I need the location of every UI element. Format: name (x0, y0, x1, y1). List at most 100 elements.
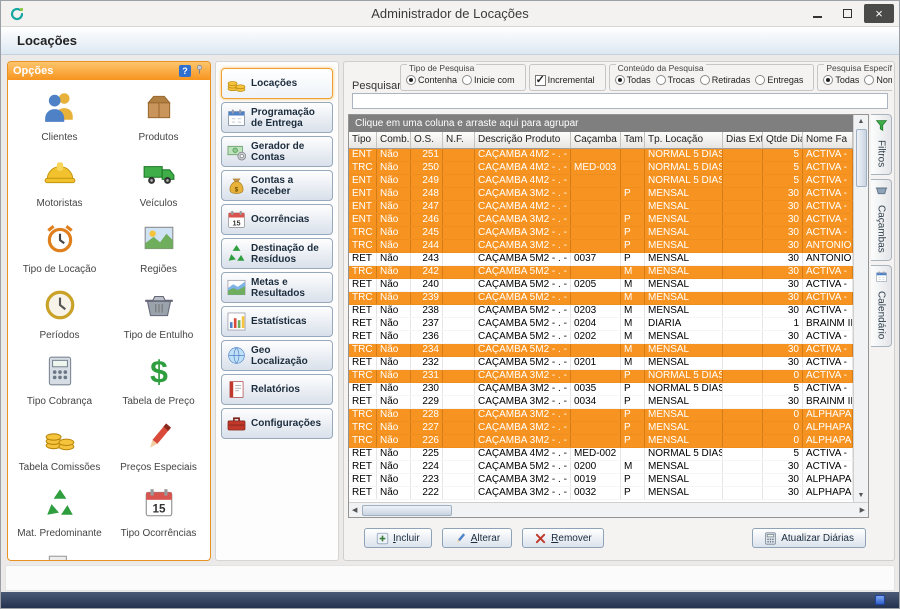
scroll-up-icon[interactable]: ▲ (855, 115, 868, 128)
radio-todas[interactable]: Todas (823, 75, 859, 85)
grid-row-os-243[interactable]: RET Não 243 CAÇAMBA 5M2 - . - P 0037 P MENSAL 3… (349, 253, 853, 266)
grid-row-os-247[interactable]: ENT Não 247 CAÇAMBA 4M2 - . - MENSAL 30 ACTIVA… (349, 201, 853, 214)
close-button[interactable]: × (864, 4, 894, 23)
grid-row-os-240[interactable]: RET Não 240 CAÇAMBA 5M2 - . - M 0205 M MENSAL 3… (349, 279, 853, 292)
nav-item-locacoes[interactable]: Locações (221, 68, 333, 99)
column-header-comb[interactable]: Comb. (377, 132, 411, 149)
grid-row-os-250[interactable]: TRC Não 250 CAÇAMBA 4M2 - . - MED-003 NORMAL … (349, 162, 853, 175)
option-label: Contenha (418, 75, 458, 85)
grid-row-os-246[interactable]: ENT Não 246 CAÇAMBA 3M2 - . - P P MENSAL 30 ACT… (349, 214, 853, 227)
option-produtos[interactable]: Produtos (109, 90, 208, 143)
vertical-scroll-thumb[interactable] (855, 129, 867, 187)
checkbox-incremental[interactable]: Incremental (534, 73, 595, 86)
nav-item-metas-e-resultados[interactable]: Metas e Resultados (221, 272, 333, 303)
side-tab-cacambas[interactable]: Caçambas (871, 179, 892, 262)
grid-row-os-238[interactable]: RET Não 238 CAÇAMBA 5M2 - . - M 0203 M MENSAL 3… (349, 305, 853, 318)
incluir-button[interactable]: Incluir (364, 528, 432, 548)
column-header-tipo[interactable]: Tipo (349, 132, 377, 149)
option-veiculos[interactable]: Veículos (109, 156, 208, 209)
scroll-right-icon[interactable]: ▶ (857, 503, 868, 517)
grid-row-os-239[interactable]: TRC Não 239 CAÇAMBA 5M2 - . - M M MENSAL 30 ACT… (349, 292, 853, 305)
column-header-tam[interactable]: Tam (621, 132, 645, 149)
column-header-descricao-produto[interactable]: Descrição Produto (475, 132, 571, 149)
grid-row-os-223[interactable]: RET Não 223 CAÇAMBA 3M2 - . - P 0019 P MENSAL 3… (349, 474, 853, 487)
option-tipo-ocorrencias[interactable]: 15 Tipo Ocorrências (109, 486, 208, 539)
nav-item-destinacao-de-residuos[interactable]: Destinação de Resíduos (221, 238, 333, 269)
nav-item-ocorrencias[interactable]: 15 Ocorrências (221, 204, 333, 235)
grid-row-os-237[interactable]: RET Não 237 CAÇAMBA 5M2 - . - M 0204 M DIÁRIA 1… (349, 318, 853, 331)
taskbar-app-icon[interactable] (875, 595, 885, 605)
option-regioes[interactable]: Regiões (109, 222, 208, 275)
grid-row-os-234[interactable]: TRC Não 234 CAÇAMBA 5M2 - . - M M MENSAL 30 ACT… (349, 344, 853, 357)
column-header-o-s[interactable]: O.S. (411, 132, 443, 149)
grid-row-os-224[interactable]: RET Não 224 CAÇAMBA 5M2 - . - M 0200 M MENSAL 3… (349, 461, 853, 474)
radio-todas[interactable]: Todas (614, 75, 651, 85)
grid-row-os-226[interactable]: TRC Não 226 CAÇAMBA 3M2 - . - P P MENSAL 0 ALPH… (349, 435, 853, 448)
grid-row-os-242[interactable]: TRC Não 242 CAÇAMBA 5M2 - . - M M MENSAL 30 ACT… (349, 266, 853, 279)
grid-row-os-232[interactable]: RET Não 232 CAÇAMBA 5M2 - . - M 0201 M MENSAL 3… (349, 357, 853, 370)
column-header-dias-extras[interactable]: Dias Extras (723, 132, 763, 149)
nav-item-geo-localizacao[interactable]: Geo Localização (221, 340, 333, 371)
option-tipo-de-locacao[interactable]: Tipo de Locação (10, 222, 109, 275)
horizontal-scroll-thumb[interactable] (362, 504, 453, 516)
grid-row-os-244[interactable]: TRC Não 244 CAÇAMBA 3M2 - . - P P MENSAL 30 ANT… (349, 240, 853, 253)
column-header-n-f[interactable]: N.F. (443, 132, 475, 149)
column-header-nome-fa[interactable]: Nome Fa (803, 132, 853, 149)
radio-contenha[interactable]: Contenha (406, 75, 457, 85)
grid-row-os-229[interactable]: RET Não 229 CAÇAMBA 3M2 - . - P 0034 P MENSAL 3… (349, 396, 853, 409)
nav-item-gerador-de-contas[interactable]: Gerador de Contas (221, 136, 333, 167)
grid-row-os-230[interactable]: RET Não 230 CAÇAMBA 3M2 - . - P 0035 P NORMAL … (349, 383, 853, 396)
radio-trocas[interactable]: Trocas (655, 75, 695, 85)
radio-nome[interactable]: Nome (864, 75, 892, 85)
nav-item-configuracoes[interactable]: Configurações (221, 408, 333, 439)
option-tabela-de-preco[interactable]: $ Tabela de Preço (109, 354, 208, 407)
remover-button[interactable]: Remover (522, 528, 604, 548)
search-input[interactable] (352, 93, 888, 109)
grid-row-os-249[interactable]: ENT Não 249 CAÇAMBA 4M2 - . - NORMAL 5 DIAS 5… (349, 175, 853, 188)
column-header-qtde-dias[interactable]: Qtde Dias (763, 132, 803, 149)
option-precos-especiais[interactable]: Preços Especiais (109, 420, 208, 473)
option-clientes[interactable]: Clientes (10, 90, 109, 143)
option-mat-predominante[interactable]: Mat. Predominante (10, 486, 109, 539)
grid-row-os-245[interactable]: TRC Não 245 CAÇAMBA 3M2 - . - P P MENSAL 30 ACT… (349, 227, 853, 240)
minimize-button[interactable] (804, 4, 831, 23)
alterar-button[interactable]: Alterar (441, 528, 513, 548)
option-tipo-cobranca[interactable]: Tipo Cobrança (10, 354, 109, 407)
nav-item-relatorios[interactable]: Relatórios (221, 374, 333, 405)
grid-row-os-231[interactable]: TRC Não 231 CAÇAMBA 3M2 - . - P P NORMAL 5 DI… (349, 370, 853, 383)
nav-item-programacao-de-entrega[interactable]: Programação de Entrega (221, 102, 333, 133)
option-motoristas[interactable]: Motoristas (10, 156, 109, 209)
column-header-tp-locacao[interactable]: Tp. Locação (645, 132, 723, 149)
side-tab-filtros[interactable]: Filtros (871, 114, 892, 176)
nav-item-contas-a-receber[interactable]: $ Contas a Receber (221, 170, 333, 201)
maximize-button[interactable] (834, 4, 861, 23)
scroll-left-icon[interactable]: ◀ (349, 503, 360, 517)
atualizar-diarias-button[interactable]: Atualizar Diárias (752, 528, 866, 548)
option-periodos[interactable]: Períodos (10, 288, 109, 341)
grid-row-os-227[interactable]: TRC Não 227 CAÇAMBA 3M2 - . - P P MENSAL 0 ALPH… (349, 422, 853, 435)
vertical-scrollbar[interactable]: ▲ ▼ (853, 115, 868, 502)
grid-main: Clique em uma coluna e arraste aqui para… (349, 115, 853, 502)
cell: M (621, 305, 645, 317)
cell: 242 (411, 266, 443, 278)
grid-row-os-225[interactable]: RET Não 225 CAÇAMBA 4M2 - . - MED-002 NORMAL … (349, 448, 853, 461)
option-tabela-comissoes[interactable]: Tabela Comissões (10, 420, 109, 473)
grid-row-os-236[interactable]: RET Não 236 CAÇAMBA 5M2 - . - M 0202 M MENSAL 3… (349, 331, 853, 344)
scroll-down-icon[interactable]: ▼ (855, 489, 868, 502)
column-header-cacamba[interactable]: Caçamba (571, 132, 621, 149)
grid-row-os-222[interactable]: RET Não 222 CAÇAMBA 3M2 - . - P 0032 P MENSAL 3… (349, 487, 853, 500)
radio-inicie-com[interactable]: Inicie com (462, 75, 515, 85)
nav-item-estatisticas[interactable]: Estatísticas (221, 306, 333, 337)
grid-row-os-251[interactable]: ENT Não 251 CAÇAMBA 4M2 - . - NORMAL 5 DIAS 5… (349, 149, 853, 162)
side-tab-calendario[interactable]: Calendário (871, 265, 892, 348)
radio-retiradas[interactable]: Retiradas (699, 75, 750, 85)
help-icon[interactable]: ? (179, 65, 191, 77)
group-by-bar[interactable]: Clique em uma coluna e arraste aqui para… (349, 115, 853, 132)
radio-entregas[interactable]: Entregas (755, 75, 803, 85)
grid-row-os-248[interactable]: ENT Não 248 CAÇAMBA 3M2 - . - P P MENSAL 30 ACT… (349, 188, 853, 201)
pin-icon[interactable] (194, 64, 205, 78)
grid-row-os-228[interactable]: TRC Não 228 CAÇAMBA 3M2 - . - P P MENSAL 0 ALPH… (349, 409, 853, 422)
option-tipo-de-entulho[interactable]: Tipo de Entulho (109, 288, 208, 341)
option-tipo-de-evento[interactable]: Tipo de Evento (10, 552, 109, 560)
horizontal-scrollbar[interactable]: ◀ ▶ (349, 502, 868, 517)
